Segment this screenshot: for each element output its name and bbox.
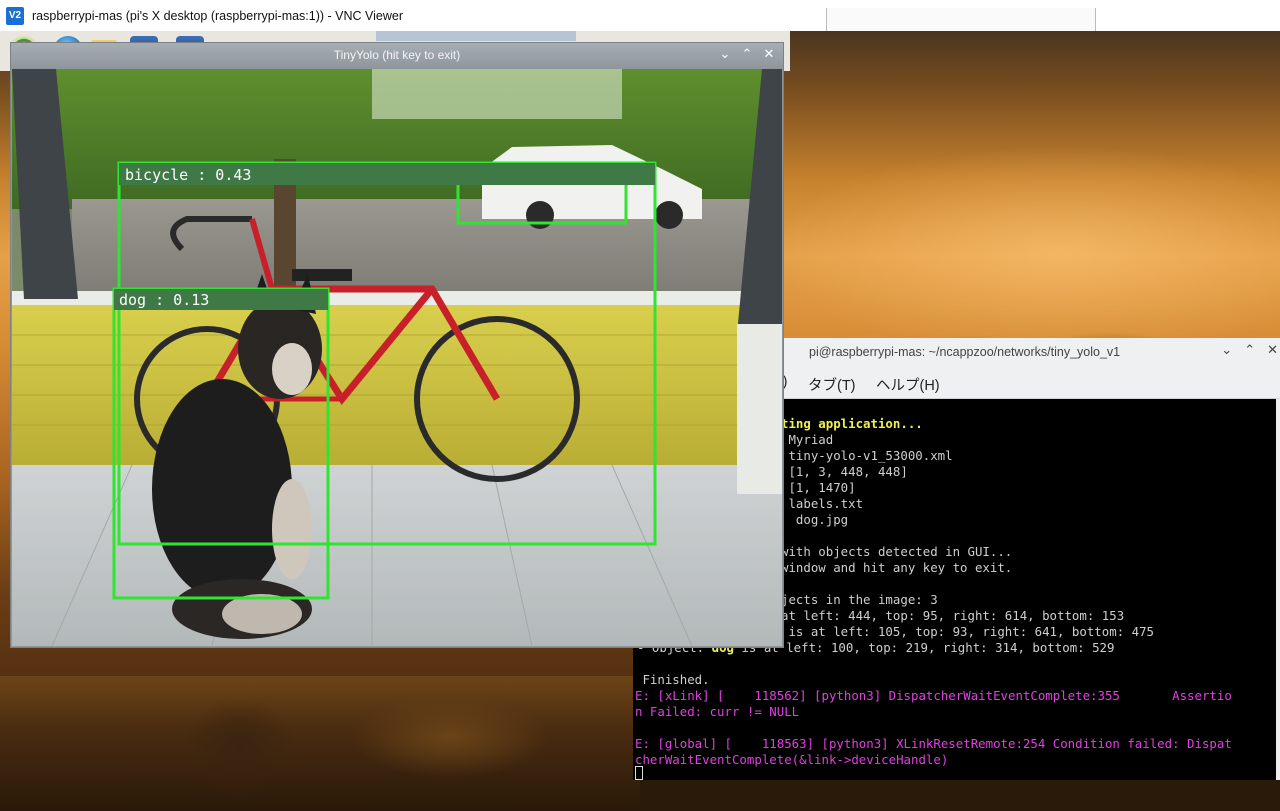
terminal-close-button[interactable]: ✕ <box>1267 343 1278 358</box>
terminal-error-line: E: [global] [ 118563] [python3] XLinkRes… <box>635 736 1232 751</box>
tinyyolo-titlebar[interactable]: TinyYolo (hit key to exit) ⌄ ⌃ ✕ <box>11 43 783 69</box>
terminal-line: window and hit any key to exit. <box>781 560 1013 575</box>
terminal-line-suffix: is at left: 100, top: 219, right: 314, b… <box>734 640 1115 655</box>
vnc-toolbar-panel[interactable] <box>826 8 1096 33</box>
forest-silhouette <box>0 676 640 811</box>
terminal-line: at left: 444, top: 95, right: 614, botto… <box>781 608 1125 623</box>
detection-label-dog: dog : 0.13 <box>119 291 209 309</box>
tinyyolo-close-button[interactable]: ✕ <box>761 46 777 64</box>
terminal-line: [1, 1470] <box>781 480 856 495</box>
terminal-title: pi@raspberrypi-mas: ~/ncappzoo/networks/… <box>809 345 1121 359</box>
detection-image-canvas: bicycle : 0.43 dog : 0.13 <box>12 69 782 646</box>
terminal-scrollbar[interactable] <box>1276 399 1280 780</box>
terminal-error-line: cherWaitEventComplete(&link->deviceHandl… <box>635 752 949 767</box>
terminal-error-line: n Failed: curr != NULL <box>635 704 800 719</box>
terminal-line: tiny-yolo-v1_53000.xml <box>781 448 953 463</box>
porch-post-right <box>737 324 782 494</box>
terminal-line: Myriad <box>781 432 834 447</box>
terminal-line: jects in the image: 3 <box>781 592 938 607</box>
terminal-maximize-button[interactable]: ⌃ <box>1244 343 1255 358</box>
sky-patch <box>372 69 622 119</box>
car-wheel <box>526 201 554 229</box>
terminal-line: [1, 3, 448, 448] <box>781 464 908 479</box>
terminal-line: labels.txt <box>781 496 864 511</box>
terminal-line: dog.jpg <box>781 512 849 527</box>
car-wheel <box>655 201 683 229</box>
terminal-line: Finished. <box>635 672 710 687</box>
vnc-window-title: raspberrypi-mas (pi's X desktop (raspber… <box>32 8 404 23</box>
detection-image[interactable]: bicycle : 0.43 dog : 0.13 <box>12 69 782 646</box>
porch-floor <box>12 465 782 646</box>
tinyyolo-minimize-button[interactable]: ⌄ <box>717 46 733 64</box>
terminal-minimize-button[interactable]: ⌄ <box>1221 343 1232 358</box>
terminal-line: ting application... <box>781 416 923 431</box>
taskbar-item[interactable] <box>376 31 576 41</box>
terminal-line: is at left: 105, top: 93, right: 641, bo… <box>781 624 1154 639</box>
tinyyolo-maximize-button[interactable]: ⌃ <box>739 46 755 64</box>
vnc-logo-icon: V2 <box>6 6 24 25</box>
menu-tabs[interactable]: タブ(T) <box>808 374 856 395</box>
terminal-error-line: E: [xLink] [ 118562] [python3] Dispatche… <box>635 688 1232 703</box>
terminal-line: with objects detected in GUI... <box>781 544 1013 559</box>
tinyyolo-title: TinyYolo (hit key to exit) <box>333 48 461 62</box>
tinyyolo-window[interactable]: TinyYolo (hit key to exit) ⌄ ⌃ ✕ bicycle… <box>10 42 784 648</box>
detection-label-bicycle: bicycle : 0.43 <box>125 166 251 184</box>
menu-help[interactable]: ヘルプ(H) <box>876 374 940 395</box>
terminal-cursor <box>635 766 643 780</box>
